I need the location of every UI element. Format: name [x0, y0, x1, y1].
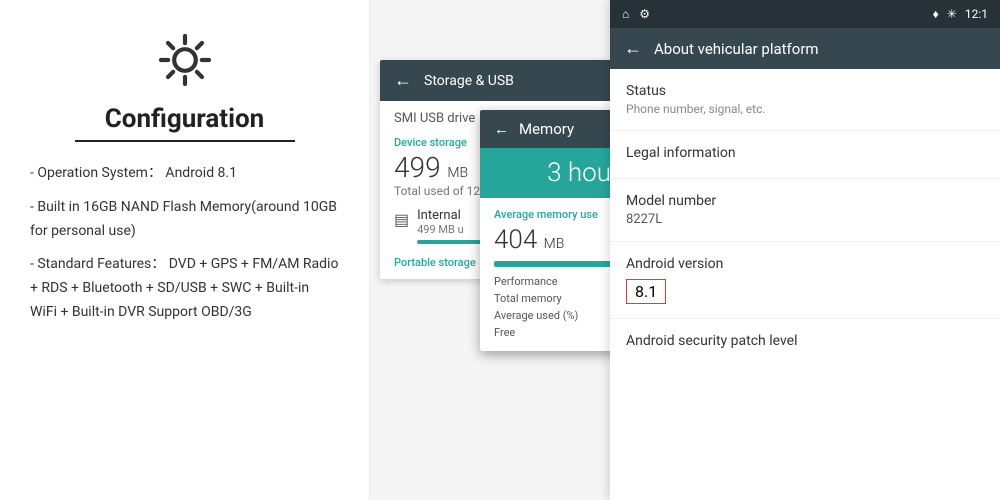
usb-icon: ⚙: [639, 7, 650, 21]
time-display: 12:1: [965, 7, 988, 21]
about-panel: ⌂ ⚙ ♦ ✳ 12:1 ← About vehicular platform …: [610, 0, 1000, 500]
about-list: Status Phone number, signal, etc. Legal …: [610, 69, 1000, 500]
storage-title: Storage & USB: [424, 73, 514, 89]
home-icon: ⌂: [622, 7, 629, 21]
about-item-security[interactable]: Android security patch level: [610, 319, 1000, 363]
about-back-arrow[interactable]: ←: [624, 38, 642, 59]
statusbar-right: ♦ ✳ 12:1: [933, 7, 988, 21]
about-item-android-version[interactable]: Android version 8.1: [610, 242, 1000, 319]
right-panels: ← Storage & USB SMI USB drive Device sto…: [370, 0, 1000, 500]
spec-os: - Operation System： Android 8.1: [30, 162, 339, 186]
about-item-status[interactable]: Status Phone number, signal, etc.: [610, 69, 1000, 131]
spec-memory: - Built in 16GB NAND Flash Memory(around…: [30, 196, 339, 244]
memory-back-arrow[interactable]: ←: [494, 120, 509, 138]
android-version-box: 8.1: [626, 279, 666, 304]
spec-features: - Standard Features： DVD + GPS + FM/AM R…: [30, 253, 339, 324]
config-list: - Operation System： Android 8.1 - Built …: [30, 162, 339, 335]
memory-title: Memory: [519, 120, 574, 138]
gear-icon: [155, 30, 215, 94]
about-header: ← About vehicular platform: [610, 28, 1000, 69]
left-panel: Configuration - Operation System： Androi…: [0, 0, 370, 500]
about-item-model[interactable]: Model number 8227L: [610, 179, 1000, 242]
about-title: About vehicular platform: [654, 40, 819, 58]
config-divider: [75, 140, 295, 142]
config-title: Configuration: [105, 104, 264, 134]
storage-back-arrow[interactable]: ←: [394, 70, 412, 91]
about-item-legal[interactable]: Legal information: [610, 131, 1000, 179]
about-statusbar: ⌂ ⚙ ♦ ✳ 12:1: [610, 0, 1000, 28]
location-icon: ♦: [933, 7, 939, 21]
bluetooth-icon: ✳: [947, 7, 957, 21]
hdd-icon: ▤: [394, 210, 409, 229]
statusbar-left: ⌂ ⚙: [622, 7, 650, 21]
